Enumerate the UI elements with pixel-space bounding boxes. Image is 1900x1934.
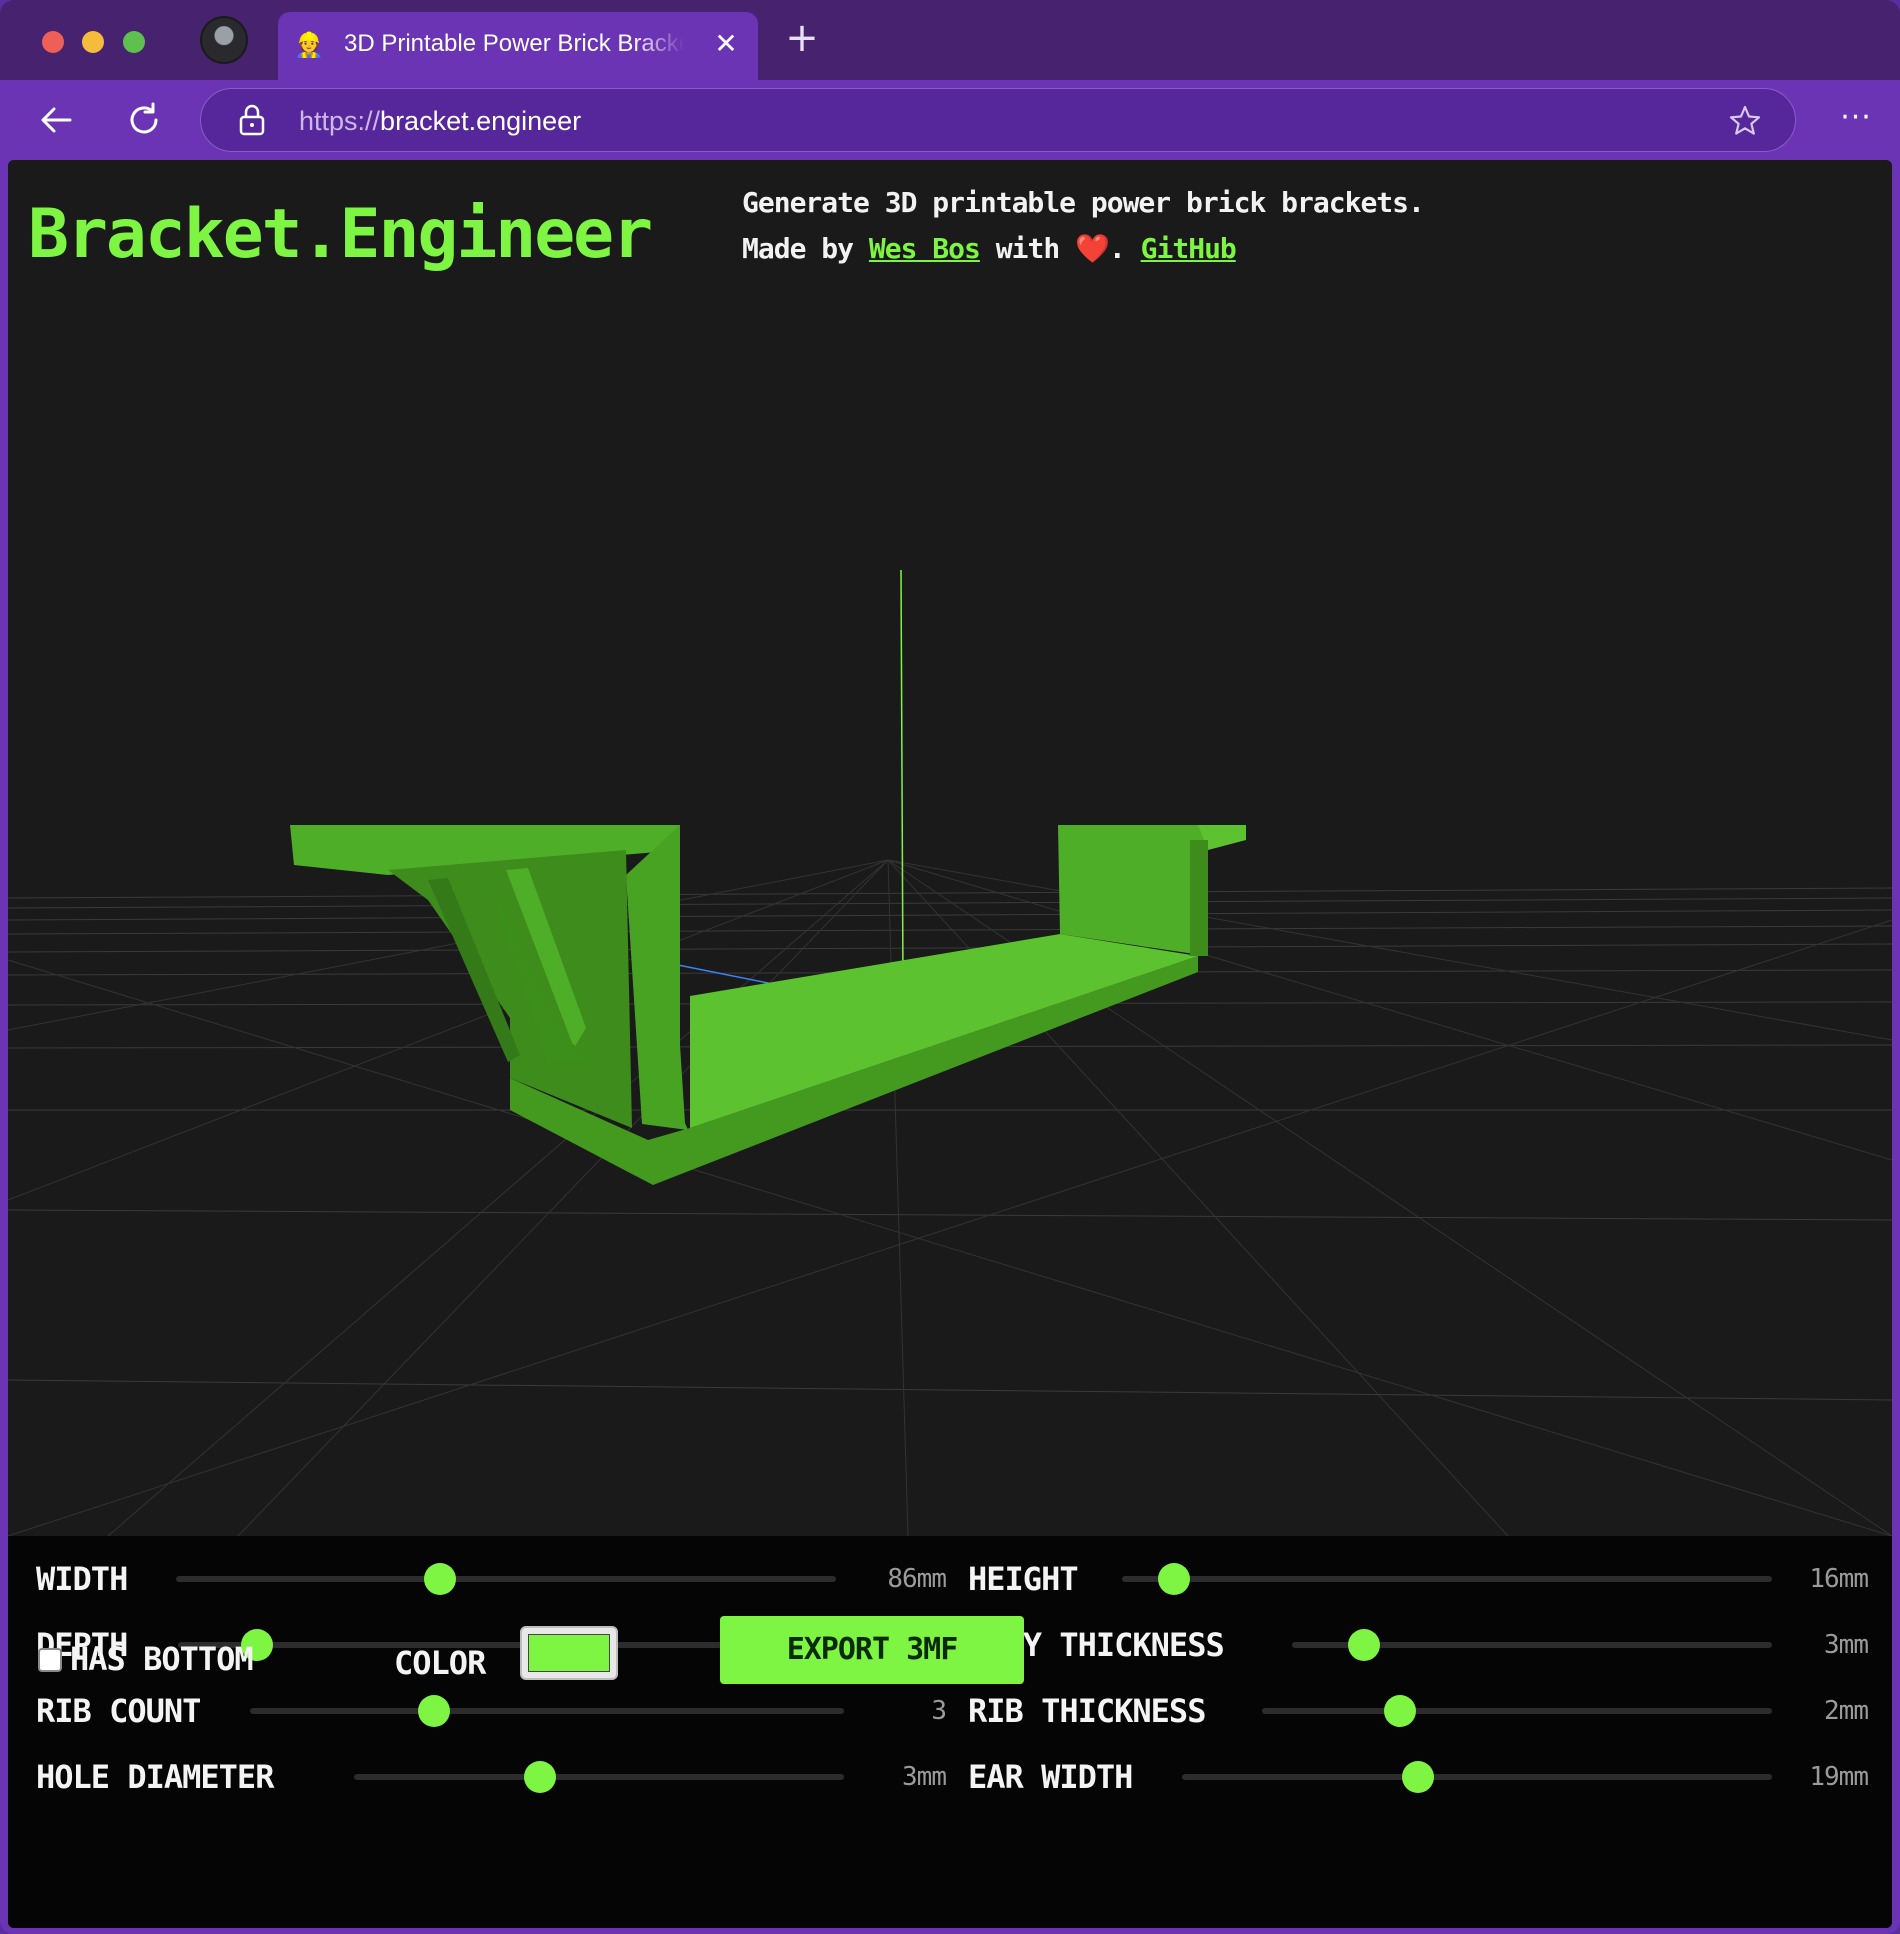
rib-count-slider-thumb[interactable]	[418, 1695, 451, 1727]
address-bar[interactable]: https://bracket.engineer	[200, 88, 1796, 152]
hole-diameter-control: HOLE DIAMETER 3mm	[36, 1752, 947, 1802]
tagline-line-2: Made by Wes Bos with ❤️. GitHub	[742, 226, 1642, 272]
export-3mf-button[interactable]: EXPORT 3MF	[720, 1616, 1024, 1684]
hole-diameter-value: 3mm	[902, 1762, 947, 1792]
height-value: 16mm	[1809, 1564, 1869, 1594]
tab-title: 3D Printable Power Brick Bracket	[344, 30, 684, 57]
active-tab[interactable]: 👷 3D Printable Power Brick Bracket ✕	[278, 12, 758, 80]
height-label: HEIGHT	[968, 1560, 1079, 1598]
body-thickness-value: 3mm	[1824, 1630, 1869, 1660]
hole-diameter-slider[interactable]	[354, 1761, 844, 1793]
tagline-line-1: Generate 3D printable power brick bracke…	[742, 186, 1425, 219]
url-text[interactable]: https://bracket.engineer	[299, 101, 581, 141]
close-tab-icon[interactable]: ✕	[708, 26, 744, 62]
author-link[interactable]: Wes Bos	[869, 232, 981, 265]
back-arrow-icon[interactable]	[32, 96, 80, 144]
bookmark-star-icon[interactable]	[1727, 103, 1763, 139]
height-slider-thumb[interactable]	[1158, 1563, 1190, 1595]
maximize-window-button[interactable]	[123, 31, 145, 53]
rib-thickness-value: 2mm	[1824, 1696, 1869, 1726]
github-link[interactable]: GitHub	[1141, 232, 1237, 265]
color-swatch-fill	[528, 1634, 610, 1672]
body-thickness-control: BODY THICKNESS 3mm	[968, 1620, 1869, 1670]
hole-diameter-label: HOLE DIAMETER	[36, 1758, 274, 1796]
brand-title: Bracket.Engineer	[28, 195, 653, 274]
width-control: WIDTH 86mm	[36, 1554, 947, 1604]
color-picker[interactable]	[520, 1626, 618, 1680]
url-host: bracket.engineer	[380, 106, 582, 136]
controls-panel: WIDTH 86mm HEIGHT 16mm DEPTH 23mm BODY T…	[8, 1536, 1892, 1928]
body-thickness-slider-thumb[interactable]	[1348, 1629, 1380, 1661]
profile-avatar[interactable]	[200, 16, 248, 64]
browser-window: 👷 3D Printable Power Brick Bracket ✕ + h…	[0, 0, 1900, 1934]
ear-width-slider[interactable]	[1182, 1761, 1772, 1793]
made-by-text: Made by	[742, 232, 854, 265]
rib-count-value: 3	[931, 1696, 947, 1726]
separator-text: .	[1108, 232, 1126, 265]
hole-diameter-slider-thumb[interactable]	[524, 1761, 557, 1793]
has-bottom-label: HAS BOTTOM	[70, 1640, 254, 1678]
page-viewport: Bracket.Engineer Generate 3D printable p…	[8, 160, 1892, 1928]
ear-width-label: EAR WIDTH	[968, 1758, 1133, 1796]
tagline: Generate 3D printable power brick bracke…	[742, 180, 1642, 272]
width-slider[interactable]	[176, 1563, 836, 1595]
width-slider-thumb[interactable]	[424, 1563, 456, 1595]
rib-count-control: RIB COUNT 3	[36, 1686, 947, 1736]
lock-icon[interactable]	[237, 103, 267, 137]
width-label: WIDTH	[36, 1560, 128, 1598]
with-text: with	[995, 232, 1060, 265]
rib-count-slider[interactable]	[250, 1695, 844, 1727]
width-value: 86mm	[887, 1564, 947, 1594]
rib-thickness-control: RIB THICKNESS 2mm	[968, 1686, 1869, 1736]
url-scheme: https://	[299, 106, 381, 136]
height-slider[interactable]	[1122, 1563, 1772, 1595]
rib-thickness-slider-thumb[interactable]	[1383, 1695, 1416, 1727]
ear-width-slider-thumb[interactable]	[1402, 1761, 1434, 1793]
more-menu-icon[interactable]: ···	[1832, 96, 1880, 144]
minimize-window-button[interactable]	[82, 31, 104, 53]
close-window-button[interactable]	[42, 31, 64, 53]
body-thickness-slider[interactable]	[1292, 1629, 1772, 1661]
has-bottom-checkbox[interactable]	[38, 1648, 62, 1672]
rib-thickness-slider[interactable]	[1262, 1695, 1772, 1727]
3d-viewport-canvas[interactable]	[8, 160, 1892, 1536]
browser-toolbar: https://bracket.engineer ···	[0, 80, 1900, 160]
heart-icon: ❤️	[1075, 232, 1110, 265]
color-label: COLOR	[394, 1644, 486, 1682]
height-control: HEIGHT 16mm	[968, 1554, 1869, 1604]
construction-worker-icon: 👷	[294, 31, 324, 59]
rib-thickness-label: RIB THICKNESS	[968, 1692, 1206, 1730]
new-tab-icon[interactable]: +	[780, 18, 824, 62]
reload-icon[interactable]	[120, 96, 168, 144]
rib-count-label: RIB COUNT	[36, 1692, 201, 1730]
ear-width-value: 19mm	[1809, 1762, 1869, 1792]
tab-strip: 👷 3D Printable Power Brick Bracket ✕ +	[0, 0, 1900, 80]
ear-width-control: EAR WIDTH 19mm	[968, 1752, 1869, 1802]
